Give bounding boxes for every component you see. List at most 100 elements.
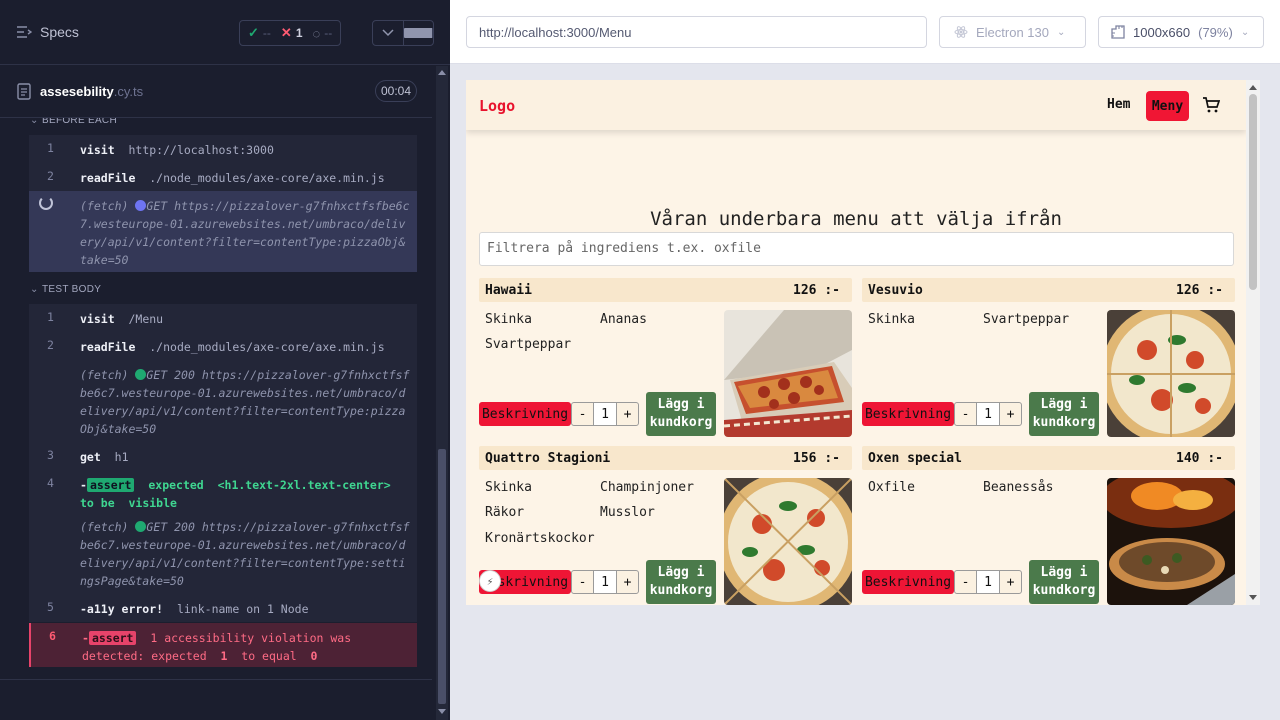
quantity-value[interactable]: 1 <box>593 403 617 425</box>
add-to-cart-button[interactable]: Lägg i kundkorg <box>1029 392 1099 436</box>
viewport-selector[interactable]: 1000x660 (79%) ⌄ <box>1098 16 1264 48</box>
scroll-up-icon[interactable] <box>438 70 446 75</box>
command-number: 1 <box>47 141 54 155</box>
specs-label[interactable]: Specs <box>40 24 79 40</box>
pending-stat: ◌ -- <box>313 26 333 41</box>
increase-button[interactable]: + <box>617 403 638 425</box>
command-row[interactable]: 1 visit /Menu <box>29 304 417 332</box>
scroll-thumb[interactable] <box>1249 94 1257 290</box>
ingredient: Svartpeppar <box>983 312 1070 327</box>
command-message: ./node_modules/axe-core/axe.min.js <box>149 340 385 354</box>
ingredient: Skinka <box>485 480 532 495</box>
command-name: visit <box>80 312 115 326</box>
failed-assert-row[interactable]: 6 - assert 1 accessibility violation was … <box>29 623 417 667</box>
lightning-icon[interactable]: ⚡ <box>479 570 501 592</box>
scroll-up-icon[interactable] <box>1249 85 1257 90</box>
quantity-value[interactable]: 1 <box>976 403 1000 425</box>
quantity-value[interactable]: 1 <box>976 571 1000 593</box>
assert-badge: assert <box>88 631 137 645</box>
failed-stat: ✕ 1 <box>281 25 303 41</box>
nav-home-link[interactable]: Hem <box>1107 97 1130 112</box>
specs-list-icon[interactable] <box>16 24 32 40</box>
filter-input[interactable]: Filtrera på ingrediens t.ex. oxfile <box>479 232 1234 266</box>
add-label-2: kundkorg <box>649 415 713 430</box>
url-bar[interactable]: http://localhost:3000/Menu <box>466 16 927 48</box>
ingredient: Räkor <box>485 505 525 520</box>
aut-toolbar: http://localhost:3000/Menu Electron 130 … <box>450 0 1280 64</box>
command-row[interactable]: 3 get h1 <box>29 442 417 470</box>
command-name: readFile <box>80 340 136 354</box>
chevron-down-icon: ⌄ <box>30 284 39 295</box>
logo[interactable]: Logo <box>479 97 515 115</box>
section-label: TEST BODY <box>42 284 102 295</box>
ingredient: Ananas <box>600 312 647 327</box>
file-basename: assesebility <box>40 84 114 99</box>
decrease-button[interactable]: - <box>572 571 593 593</box>
increase-button[interactable]: + <box>1000 403 1021 425</box>
add-to-cart-button[interactable]: Lägg i kundkorg <box>1029 560 1099 604</box>
description-button[interactable]: Beskrivning <box>862 402 954 426</box>
scroll-down-icon[interactable] <box>1249 595 1257 600</box>
increase-button[interactable]: + <box>617 571 638 593</box>
browser-label: Electron 130 <box>976 24 1049 40</box>
quantity-value[interactable]: 1 <box>593 571 617 593</box>
command-name: readFile <box>80 171 136 185</box>
section-label: BEFORE EACH <box>42 118 117 126</box>
pizza-image <box>724 478 852 605</box>
fetch-method: GET 200 <box>146 368 195 382</box>
file-extension: .cy.ts <box>113 84 144 99</box>
spec-file-row[interactable]: assesebility.cy.ts 00:04 <box>0 66 432 118</box>
test-body-header[interactable]: ⌄ TEST BODY <box>30 284 101 295</box>
increase-button[interactable]: + <box>1000 571 1021 593</box>
stop-icon <box>403 28 433 38</box>
fetch-row[interactable]: (fetch) GET 200 https://pizzalover-g7fnh… <box>29 512 417 594</box>
chevron-down-icon: ⌄ <box>1057 26 1066 38</box>
command-row[interactable]: 1 visit http://localhost:3000 <box>29 135 417 163</box>
fetch-pending-row[interactable]: (fetch) GET https://pizzalover-g7fnhxctf… <box>29 191 417 272</box>
before-each-header[interactable]: ⌄ BEFORE EACH <box>30 118 117 126</box>
fetch-url: https://pizzalover-g7fnhxctfsfbe6c7.west… <box>80 520 410 588</box>
reporter-controls <box>372 20 434 46</box>
add-label-1: Lägg i <box>657 397 705 412</box>
add-label-2: kundkorg <box>1032 583 1096 598</box>
command-message: http://localhost:3000 <box>128 143 274 157</box>
decrease-button[interactable]: - <box>955 571 976 593</box>
quantity-stepper: - 1 + <box>571 402 639 426</box>
command-row[interactable]: 2 readFile ./node_modules/axe-core/axe.m… <box>29 163 417 191</box>
scroll-thumb[interactable] <box>438 449 446 704</box>
scroll-down-icon[interactable] <box>438 709 446 714</box>
collapse-button[interactable] <box>373 21 404 45</box>
assert-row[interactable]: 4 - assert expected <h1.text-2xl.text-cen… <box>29 470 417 512</box>
command-message: ./node_modules/axe-core/axe.min.js <box>149 171 385 185</box>
pizza-price: 156 :- <box>793 451 840 466</box>
assert-tobe: to be <box>80 496 115 510</box>
app-header: Logo Hem Meny <box>466 80 1246 130</box>
pending-circle-icon: ◌ <box>312 25 321 41</box>
reporter-scrollbar[interactable] <box>436 66 448 720</box>
decrease-button[interactable]: - <box>572 403 593 425</box>
add-to-cart-button[interactable]: Lägg i kundkorg <box>646 560 716 604</box>
command-number: 2 <box>47 169 54 183</box>
decrease-button[interactable]: - <box>955 403 976 425</box>
fetch-label: (fetch) <box>80 368 129 382</box>
pizza-name: Vesuvio <box>868 283 923 298</box>
description-button[interactable]: Beskrivning <box>479 402 571 426</box>
nav-menu-link[interactable]: Meny <box>1146 91 1189 121</box>
command-number: 6 <box>49 629 56 643</box>
ingredient: Musslor <box>600 505 655 520</box>
add-to-cart-button[interactable]: Lägg i kundkorg <box>646 392 716 436</box>
app-scrollbar[interactable] <box>1246 80 1260 605</box>
command-row[interactable]: 2 readFile ./node_modules/axe-core/axe.m… <box>29 332 417 360</box>
ingredient: Skinka <box>868 312 915 327</box>
electron-icon <box>954 26 968 38</box>
browser-selector[interactable]: Electron 130 ⌄ <box>939 16 1086 48</box>
description-button[interactable]: Beskrivning <box>862 570 954 594</box>
fetch-row[interactable]: (fetch) GET 200 https://pizzalover-g7fnh… <box>29 360 417 442</box>
cart-icon[interactable] <box>1202 96 1220 114</box>
stop-button[interactable] <box>403 21 433 45</box>
passed-stat: ✓ -- <box>248 25 271 41</box>
a11y-error-row[interactable]: 5 -a11y error! link-name on 1 Node <box>29 594 417 622</box>
failed-count: 1 <box>295 26 303 40</box>
command-message: h1 <box>114 450 129 464</box>
ingredient: Kronärtskockor <box>485 531 595 546</box>
